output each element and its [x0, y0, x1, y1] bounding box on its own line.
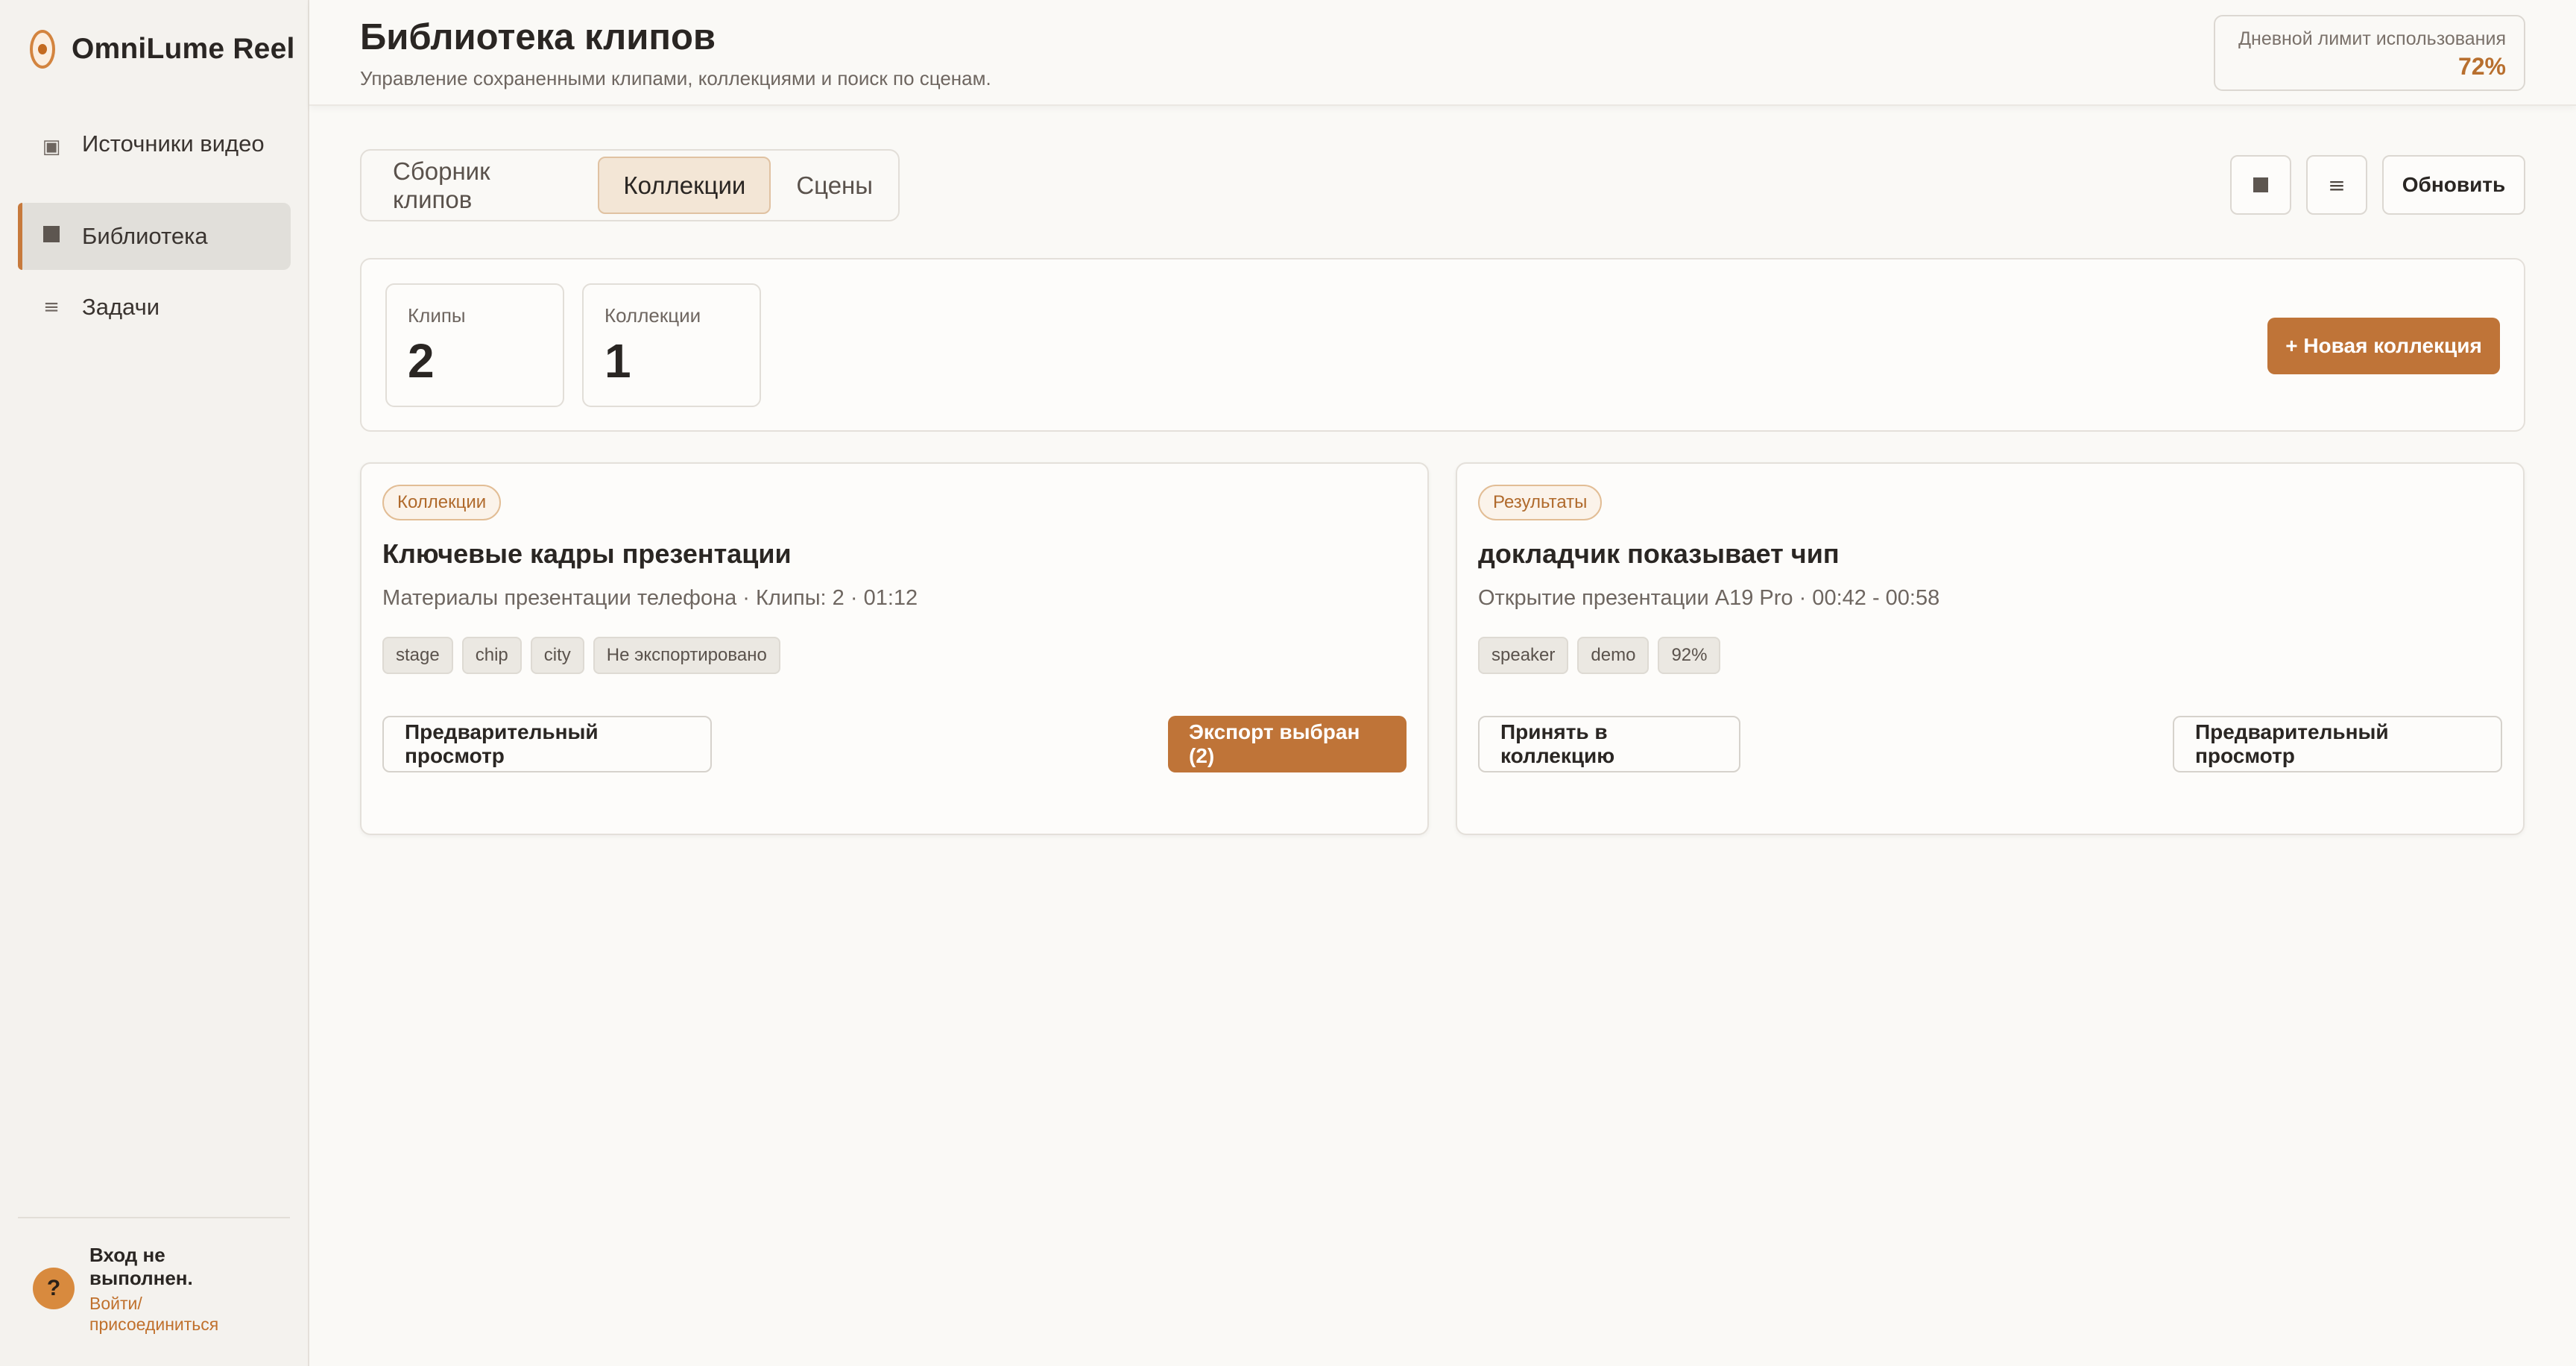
view-toolbar: ≡ Обновить: [2215, 155, 2525, 215]
card-badge: Результаты: [1478, 485, 1603, 520]
stat-label: Клипы: [408, 304, 466, 327]
card-title: докладчик показывает чип: [1478, 538, 1840, 569]
usage-quota-box: Дневной лимит использования 72%: [2214, 15, 2525, 91]
page-title: Библиотека клипов: [360, 17, 716, 57]
tasks-icon: ≡: [43, 296, 60, 318]
stat-collections: Коллекции 1: [582, 283, 761, 407]
grid-view-icon: [2253, 177, 2268, 192]
page-header: Библиотека клипов Управление сохраненным…: [309, 0, 2576, 106]
stat-label: Коллекции: [604, 304, 701, 327]
main-content: Библиотека клипов Управление сохраненным…: [309, 0, 2576, 1366]
tab-scenes[interactable]: Сцены: [771, 157, 898, 214]
quota-label: Дневной лимит использования: [2238, 28, 2506, 49]
sidebar-item-video-sources[interactable]: ▣ Источники видео: [18, 122, 291, 194]
grid-view-button[interactable]: [2230, 155, 2291, 215]
card-meta: Открытие презентации A19 Pro · 00:42 - 0…: [1478, 586, 1940, 610]
sidebar-divider: [18, 1217, 290, 1218]
card-meta: Материалы презентации телефона · Клипы: …: [382, 586, 918, 610]
page-subtitle: Управление сохраненными клипами, коллекц…: [360, 67, 991, 89]
refresh-button[interactable]: Обновить: [2382, 155, 2525, 215]
tag-chip: demo: [1577, 637, 1650, 674]
accept-to-collection-button[interactable]: Принять в коллекцию: [1478, 716, 1740, 772]
card-badge: Коллекции: [382, 485, 502, 520]
sidebar-item-library[interactable]: Библиотека: [18, 203, 291, 270]
sidebar-item-tasks[interactable]: ≡ Задачи: [18, 279, 291, 336]
tab-collections[interactable]: Коллекции: [598, 157, 771, 214]
app-root: OmniLume Reel ▣ Источники видео Библиоте…: [0, 0, 2576, 1366]
video-source-icon: ▣: [42, 136, 61, 158]
login-status: Вход не выполнен.: [89, 1244, 193, 1289]
sidebar-nav: ▣ Источники видео Библиотека ≡ Задачи: [18, 122, 291, 344]
confidence-chip: 92%: [1658, 637, 1721, 674]
sidebar-item-label: Задачи: [82, 294, 160, 320]
sidebar-item-label: Библиотека: [82, 223, 208, 249]
tag-list: stage chip city Не экспортировано: [382, 637, 789, 674]
preview-button[interactable]: Предварительный просмотр: [382, 716, 712, 772]
tab-clip-collection[interactable]: Сборник клипов: [367, 157, 598, 214]
user-box: ? Вход не выполнен. Войти/присоединиться: [33, 1244, 253, 1335]
tab-bar: Сборник клипов Коллекции Сцены: [360, 149, 900, 221]
tag-list: speaker demo 92%: [1478, 637, 1729, 674]
export-selected-button[interactable]: Экспорт выбран (2): [1168, 716, 1407, 772]
stat-value: 1: [604, 334, 631, 388]
stat-value: 2: [408, 334, 435, 388]
login-link[interactable]: Войти/присоединиться: [89, 1293, 253, 1335]
new-collection-button[interactable]: + Новая коллекция: [2267, 318, 2500, 374]
list-view-button[interactable]: ≡: [2306, 155, 2367, 215]
tag-chip: speaker: [1478, 637, 1569, 674]
result-card: Результаты докладчик показывает чип Откр…: [1456, 462, 2525, 835]
tag-chip: stage: [382, 637, 453, 674]
sidebar: OmniLume Reel ▣ Источники видео Библиоте…: [0, 0, 309, 1366]
card-title: Ключевые кадры презентации: [382, 538, 792, 569]
collection-card: Коллекции Ключевые кадры презентации Мат…: [360, 462, 1429, 835]
list-view-icon: ≡: [2328, 172, 2346, 198]
stat-clips: Клипы 2: [385, 283, 564, 407]
brand[interactable]: OmniLume Reel: [30, 30, 295, 69]
brand-logo-icon: [30, 30, 55, 69]
stats-panel: Клипы 2 Коллекции 1 + Новая коллекция: [360, 258, 2525, 432]
quota-value: 72%: [2457, 53, 2506, 80]
sidebar-item-label: Источники видео: [82, 130, 265, 157]
library-icon: [40, 225, 63, 248]
tag-chip: city: [530, 637, 584, 674]
tag-chip: chip: [461, 637, 522, 674]
avatar[interactable]: ?: [33, 1268, 75, 1309]
export-status-chip: Не экспортировано: [593, 637, 780, 674]
brand-name: OmniLume Reel: [72, 33, 295, 65]
preview-button[interactable]: Предварительный просмотр: [2173, 716, 2502, 772]
